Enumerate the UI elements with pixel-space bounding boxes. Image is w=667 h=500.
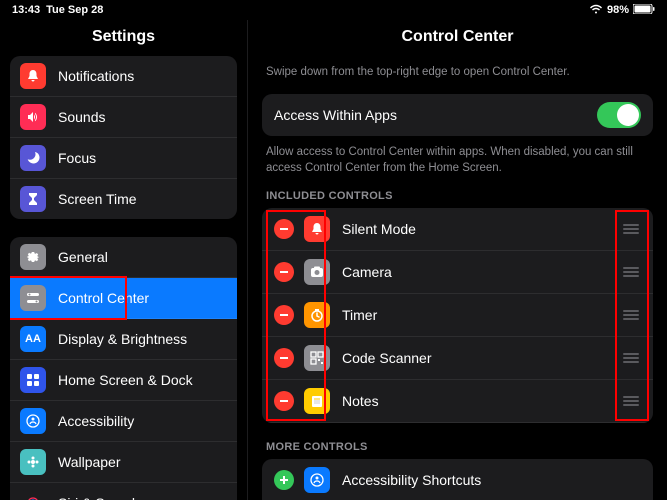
- sidebar-item-label: Home Screen & Dock: [58, 372, 193, 388]
- sidebar-item-label: Display & Brightness: [58, 331, 187, 347]
- switches-icon: [20, 285, 46, 311]
- add-button[interactable]: [274, 470, 294, 490]
- battery-percent: 98%: [607, 4, 629, 16]
- remove-button[interactable]: [274, 219, 294, 239]
- sidebar-item-general[interactable]: General: [10, 237, 237, 278]
- sidebar-item-label: Sounds: [58, 109, 105, 125]
- grid-icon: [20, 367, 46, 393]
- sidebar-item-screen-time[interactable]: Screen Time: [10, 179, 237, 219]
- speaker-icon: [20, 104, 46, 130]
- sidebar-item-label: Notifications: [58, 68, 134, 84]
- siri-icon: [20, 490, 46, 500]
- more-accessibility-shortcuts[interactable]: Accessibility Shortcuts: [262, 459, 653, 500]
- remove-button[interactable]: [274, 305, 294, 325]
- status-bar: 13:43 Tue Sep 28 98%: [0, 0, 667, 20]
- drag-handle[interactable]: [621, 306, 641, 324]
- sidebar-item-label: General: [58, 249, 108, 265]
- included-code-scanner[interactable]: Code Scanner: [262, 337, 653, 380]
- control-label: Camera: [342, 264, 392, 280]
- status-time: 13:43: [12, 4, 40, 16]
- access-within-apps-row[interactable]: Access Within Apps: [262, 94, 653, 136]
- access-within-apps-group: Access Within Apps: [262, 94, 653, 136]
- page-title: Control Center: [262, 20, 653, 64]
- content-pane[interactable]: Control Center Swipe down from the top-r…: [248, 20, 667, 500]
- drag-handle[interactable]: [621, 263, 641, 281]
- control-label: Silent Mode: [342, 221, 416, 237]
- included-timer[interactable]: Timer: [262, 294, 653, 337]
- sidebar-item-label: Focus: [58, 150, 96, 166]
- gear-icon: [20, 244, 46, 270]
- bell-icon: [20, 63, 46, 89]
- included-controls-group: Silent Mode Camera Timer Code Scanner Notes: [262, 208, 653, 423]
- control-label: Notes: [342, 393, 379, 409]
- included-notes[interactable]: Notes: [262, 380, 653, 423]
- flower-icon: [20, 449, 46, 475]
- control-label: Code Scanner: [342, 350, 432, 366]
- remove-button[interactable]: [274, 262, 294, 282]
- qr-icon: [304, 345, 330, 371]
- person-icon: [20, 408, 46, 434]
- control-label: Timer: [342, 307, 377, 323]
- sidebar-item-home-screen-dock[interactable]: Home Screen & Dock: [10, 360, 237, 401]
- sidebar-title: Settings: [0, 20, 247, 56]
- person-icon: [304, 467, 330, 493]
- control-label: Accessibility Shortcuts: [342, 472, 481, 488]
- hourglass-icon: [20, 186, 46, 212]
- settings-sidebar[interactable]: Settings Notifications Sounds Focus Screen …: [0, 20, 248, 500]
- sidebar-item-control-center[interactable]: Control Center: [10, 278, 237, 319]
- remove-button[interactable]: [274, 348, 294, 368]
- sidebar-item-siri-search[interactable]: Siri & Search: [10, 483, 237, 500]
- sidebar-item-accessibility[interactable]: Accessibility: [10, 401, 237, 442]
- drag-handle[interactable]: [621, 349, 641, 367]
- access-label: Access Within Apps: [274, 107, 397, 123]
- included-silent-mode[interactable]: Silent Mode: [262, 208, 653, 251]
- sidebar-item-label: Control Center: [58, 290, 149, 306]
- sidebar-item-label: Screen Time: [58, 191, 137, 207]
- sidebar-item-label: Wallpaper: [58, 454, 121, 470]
- sidebar-item-sounds[interactable]: Sounds: [10, 97, 237, 138]
- sidebar-item-display-brightness[interactable]: AA Display & Brightness: [10, 319, 237, 360]
- drag-handle[interactable]: [621, 220, 641, 238]
- status-date: Tue Sep 28: [46, 4, 103, 16]
- included-camera[interactable]: Camera: [262, 251, 653, 294]
- sidebar-item-focus[interactable]: Focus: [10, 138, 237, 179]
- bell-icon: [304, 216, 330, 242]
- sidebar-item-notifications[interactable]: Notifications: [10, 56, 237, 97]
- sidebar-item-label: Siri & Search: [58, 495, 140, 500]
- battery-icon: [633, 4, 655, 17]
- more-controls-group: Accessibility ShortcutsAlarmApple TV Rem…: [262, 459, 653, 500]
- sidebar-item-wallpaper[interactable]: Wallpaper: [10, 442, 237, 483]
- swipe-hint: Swipe down from the top-right edge to op…: [266, 64, 649, 80]
- AA-icon: AA: [20, 326, 46, 352]
- notes-icon: [304, 388, 330, 414]
- remove-button[interactable]: [274, 391, 294, 411]
- timer-icon: [304, 302, 330, 328]
- more-header: MORE CONTROLS: [266, 441, 649, 453]
- camera-icon: [304, 259, 330, 285]
- moon-icon: [20, 145, 46, 171]
- drag-handle[interactable]: [621, 392, 641, 410]
- access-desc: Allow access to Control Center within ap…: [266, 144, 649, 176]
- sidebar-item-label: Accessibility: [58, 413, 134, 429]
- included-header: INCLUDED CONTROLS: [266, 190, 649, 202]
- access-toggle[interactable]: [597, 102, 641, 128]
- wifi-icon: [589, 4, 603, 17]
